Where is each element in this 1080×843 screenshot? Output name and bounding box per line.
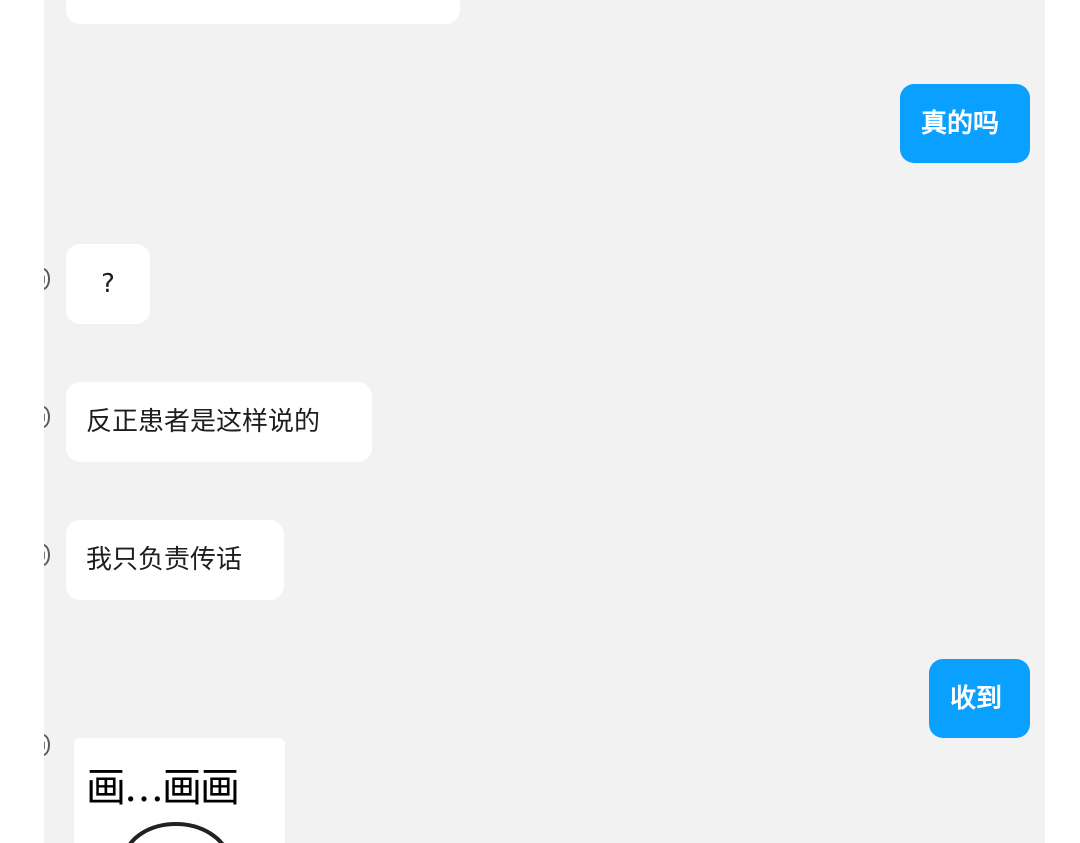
message-bubble-incoming[interactable]	[66, 0, 460, 24]
message-text: ?	[101, 269, 115, 299]
message-bubble-outgoing[interactable]: 收到	[929, 659, 1030, 738]
message-text: 收到	[950, 684, 1003, 714]
message-text: 真的吗	[921, 109, 1000, 139]
message-bubble-incoming[interactable]: 我只负责传话	[66, 520, 284, 600]
sticker-message[interactable]: 画…画画	[74, 738, 285, 843]
message-text: 我只负责传话	[86, 545, 243, 575]
sticker-caption: 画…画画	[86, 765, 240, 811]
message-bubble-incoming[interactable]: 反正患者是这样说的	[66, 382, 372, 462]
chat-area: 真的吗 ? 反正患者是这样说的 我只负责传话 收到 画…画画	[44, 0, 1045, 843]
message-bubble-outgoing[interactable]: 真的吗	[900, 84, 1030, 163]
avatar[interactable]	[44, 734, 50, 756]
avatar[interactable]	[44, 406, 50, 428]
message-text: 反正患者是这样说的	[86, 407, 321, 437]
avatar[interactable]	[44, 268, 50, 290]
meme-face-icon	[128, 822, 224, 843]
message-bubble-incoming[interactable]: ?	[66, 244, 150, 324]
avatar[interactable]	[44, 544, 50, 566]
